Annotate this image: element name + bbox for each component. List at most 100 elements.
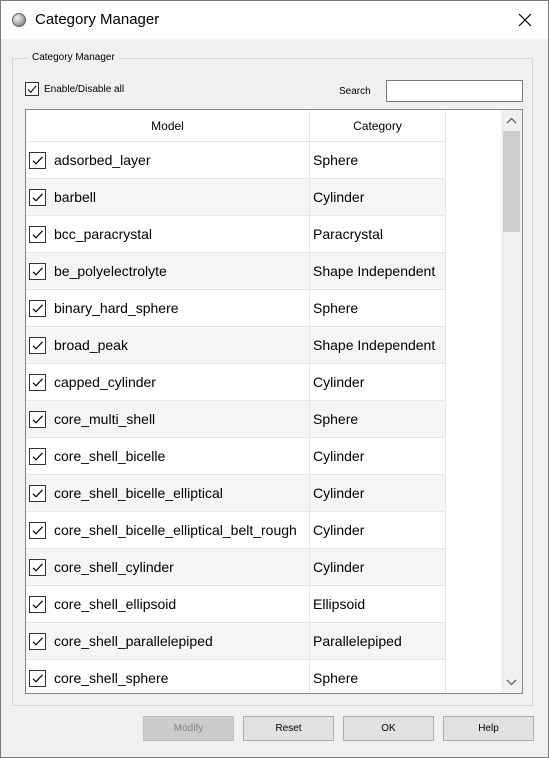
row-enable-checkbox[interactable] — [29, 410, 46, 428]
checkmark-icon — [32, 636, 43, 646]
model-cell[interactable]: barbell — [26, 179, 310, 215]
model-cell[interactable]: core_shell_bicelle_elliptical — [26, 475, 310, 511]
checkmark-icon — [32, 673, 43, 683]
model-name: core_shell_bicelle — [54, 448, 166, 464]
row-enable-checkbox[interactable] — [29, 595, 46, 613]
model-cell[interactable]: core_shell_ellipsoid — [26, 586, 310, 622]
category-cell[interactable]: Cylinder — [310, 364, 446, 400]
table-row[interactable]: core_shell_parallelepiped Parallelepiped — [26, 623, 446, 660]
row-enable-checkbox[interactable] — [29, 262, 46, 280]
checkmark-icon — [32, 229, 43, 239]
scroll-up-button[interactable] — [501, 110, 522, 131]
row-enable-checkbox[interactable] — [29, 188, 46, 206]
model-cell[interactable]: core_shell_sphere — [26, 660, 310, 693]
checkmark-icon — [32, 340, 43, 350]
row-enable-checkbox[interactable] — [29, 632, 46, 650]
table-row[interactable]: core_shell_bicelle Cylinder — [26, 438, 446, 475]
search-input[interactable] — [386, 80, 523, 102]
model-cell[interactable]: be_polyelectrolyte — [26, 253, 310, 289]
table-row[interactable]: core_shell_bicelle_elliptical Cylinder — [26, 475, 446, 512]
model-cell[interactable]: broad_peak — [26, 327, 310, 363]
scroll-thumb[interactable] — [503, 131, 520, 232]
model-name: capped_cylinder — [54, 374, 156, 390]
table-row[interactable]: core_shell_bicelle_elliptical_belt_rough… — [26, 512, 446, 549]
table-row[interactable]: core_shell_cylinder Cylinder — [26, 549, 446, 586]
table-row[interactable]: capped_cylinder Cylinder — [26, 364, 446, 401]
category-cell[interactable]: Cylinder — [310, 512, 446, 548]
model-cell[interactable]: adsorbed_layer — [26, 142, 310, 178]
checkmark-icon — [32, 599, 43, 609]
search-label: Search — [339, 86, 371, 97]
checkmark-icon — [32, 451, 43, 461]
table-row[interactable]: barbell Cylinder — [26, 179, 446, 216]
table-row[interactable]: adsorbed_layer Sphere — [26, 142, 446, 179]
model-name: core_shell_parallelepiped — [54, 633, 213, 649]
category-cell[interactable]: Sphere — [310, 142, 446, 178]
model-category-table: Model Category adsorbed_layer Sphere barbe… — [25, 109, 523, 694]
category-cell[interactable]: Cylinder — [310, 438, 446, 474]
checkmark-icon — [32, 488, 43, 498]
category-cell[interactable]: Ellipsoid — [310, 586, 446, 622]
model-name: core_shell_bicelle_elliptical — [54, 485, 223, 501]
category-cell[interactable]: Paracrystal — [310, 216, 446, 252]
row-enable-checkbox[interactable] — [29, 447, 46, 465]
column-header-model[interactable]: Model — [26, 110, 310, 141]
scroll-down-button[interactable] — [501, 672, 522, 693]
vertical-scrollbar[interactable] — [501, 110, 522, 693]
modify-button[interactable]: Modify — [143, 716, 234, 741]
row-enable-checkbox[interactable] — [29, 373, 46, 391]
checkmark-icon — [32, 562, 43, 572]
model-cell[interactable]: capped_cylinder — [26, 364, 310, 400]
table-row[interactable]: be_polyelectrolyte Shape Independent — [26, 253, 446, 290]
model-cell[interactable]: core_shell_bicelle_elliptical_belt_rough — [26, 512, 310, 548]
model-cell[interactable]: bcc_paracrystal — [26, 216, 310, 252]
category-cell[interactable]: Sphere — [310, 401, 446, 437]
checkmark-icon — [32, 525, 43, 535]
model-cell[interactable]: binary_hard_sphere — [26, 290, 310, 326]
category-cell[interactable]: Cylinder — [310, 549, 446, 585]
row-enable-checkbox[interactable] — [29, 151, 46, 169]
model-cell[interactable]: core_multi_shell — [26, 401, 310, 437]
model-name: barbell — [54, 189, 97, 205]
table-row[interactable]: core_shell_sphere Sphere — [26, 660, 446, 693]
row-enable-checkbox[interactable] — [29, 521, 46, 539]
checkmark-icon — [32, 266, 43, 276]
table-row[interactable]: core_shell_ellipsoid Ellipsoid — [26, 586, 446, 623]
model-name: core_shell_sphere — [54, 670, 169, 686]
table-row[interactable]: core_multi_shell Sphere — [26, 401, 446, 438]
model-cell[interactable]: core_shell_cylinder — [26, 549, 310, 585]
row-enable-checkbox[interactable] — [29, 225, 46, 243]
category-cell[interactable]: Shape Independent — [310, 253, 446, 289]
category-cell[interactable]: Shape Independent — [310, 327, 446, 363]
help-button[interactable]: Help — [443, 716, 534, 741]
enable-all-checkbox[interactable] — [25, 82, 39, 96]
category-cell[interactable]: Parallelepiped — [310, 623, 446, 659]
row-enable-checkbox[interactable] — [29, 669, 46, 687]
table-row[interactable]: broad_peak Shape Independent — [26, 327, 446, 364]
table-body: adsorbed_layer Sphere barbell Cylinder bcc_p… — [26, 142, 446, 693]
row-enable-checkbox[interactable] — [29, 558, 46, 576]
category-cell[interactable]: Sphere — [310, 660, 446, 693]
category-cell[interactable]: Cylinder — [310, 475, 446, 511]
row-enable-checkbox[interactable] — [29, 336, 46, 354]
model-name: core_shell_ellipsoid — [54, 596, 177, 612]
category-cell[interactable]: Sphere — [310, 290, 446, 326]
model-cell[interactable]: core_shell_bicelle — [26, 438, 310, 474]
column-header-category[interactable]: Category — [310, 110, 446, 141]
model-name: core_shell_bicelle_elliptical_belt_rough — [54, 522, 297, 538]
title-bar: Category Manager — [1, 1, 548, 39]
chevron-down-icon — [506, 679, 517, 686]
checkmark-icon — [32, 155, 43, 165]
enable-all-label: Enable/Disable all — [44, 83, 125, 95]
row-enable-checkbox[interactable] — [29, 484, 46, 502]
checkmark-icon — [32, 377, 43, 387]
table-row[interactable]: binary_hard_sphere Sphere — [26, 290, 446, 327]
row-enable-checkbox[interactable] — [29, 299, 46, 317]
table-row[interactable]: bcc_paracrystal Paracrystal — [26, 216, 446, 253]
reset-button[interactable]: Reset — [243, 716, 334, 741]
ok-button[interactable]: OK — [343, 716, 434, 741]
model-cell[interactable]: core_shell_parallelepiped — [26, 623, 310, 659]
category-cell[interactable]: Cylinder — [310, 179, 446, 215]
table-header: Model Category — [26, 110, 446, 142]
close-button[interactable] — [502, 1, 548, 39]
